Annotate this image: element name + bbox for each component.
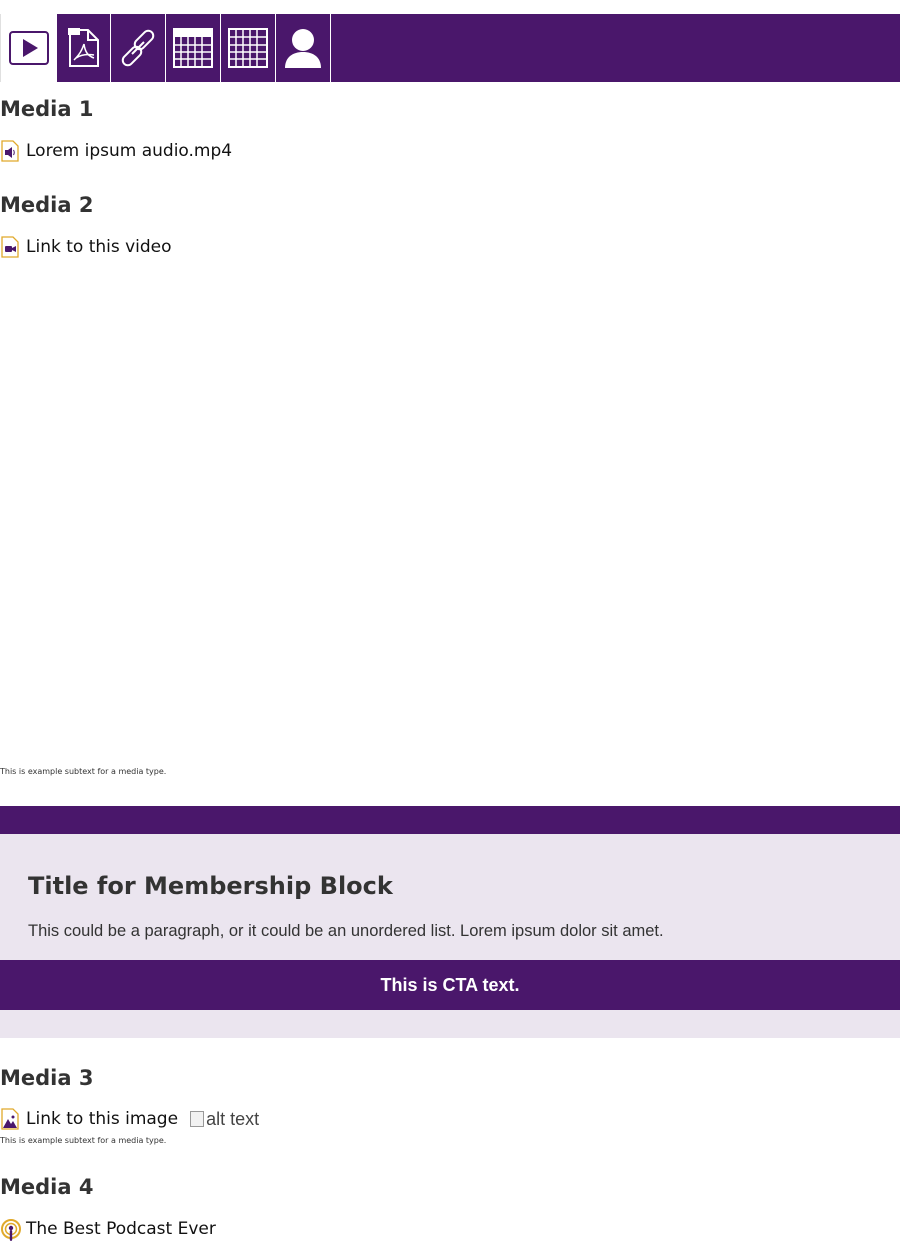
image-file-link[interactable]: Link to this image alt text [0,1108,259,1130]
tab-user[interactable] [276,14,331,82]
media-4-heading: Media 4 [0,1175,94,1199]
media-tab-bar [0,14,900,82]
video-file-link[interactable]: Link to this video [0,236,172,258]
video-file-icon [0,236,20,258]
media-1-heading: Media 1 [0,97,94,121]
membership-block: Title for Membership Block This could be… [0,834,900,1038]
media-2-subtext: This is example subtext for a media type… [0,767,167,776]
podcast-link[interactable]: The Best Podcast Ever [0,1218,216,1241]
audio-file-link[interactable]: Lorem ipsum audio.mp4 [0,140,232,162]
broken-image-icon [190,1111,205,1127]
audio-file-label: Lorem ipsum audio.mp4 [26,141,233,161]
audio-file-icon [0,140,20,162]
cta-button[interactable]: This is CTA text. [0,960,900,1010]
tab-video[interactable] [0,14,57,82]
pdf-icon [67,28,100,68]
grid-icon [228,28,268,68]
play-icon [8,31,49,65]
tab-pdf[interactable] [57,14,111,82]
calendar-icon [173,28,213,68]
membership-text: This could be a paragraph, or it could b… [28,922,664,940]
user-icon [283,27,323,69]
tab-grid[interactable] [221,14,276,82]
link-icon [117,27,159,69]
image-alt-text: alt text [206,1108,260,1129]
membership-top-bar [0,806,900,834]
podcast-icon [0,1218,21,1241]
media-3-heading: Media 3 [0,1066,94,1090]
image-file-label: Link to this image [26,1109,179,1129]
podcast-label: The Best Podcast Ever [26,1219,216,1239]
membership-title: Title for Membership Block [28,872,393,900]
video-file-label: Link to this video [26,237,172,257]
tab-calendar[interactable] [166,14,221,82]
tab-link[interactable] [111,14,166,82]
media-2-heading: Media 2 [0,193,94,217]
broken-image: alt text [190,1109,259,1130]
image-file-icon [0,1108,20,1130]
media-3-subtext: This is example subtext for a media type… [0,1136,167,1145]
